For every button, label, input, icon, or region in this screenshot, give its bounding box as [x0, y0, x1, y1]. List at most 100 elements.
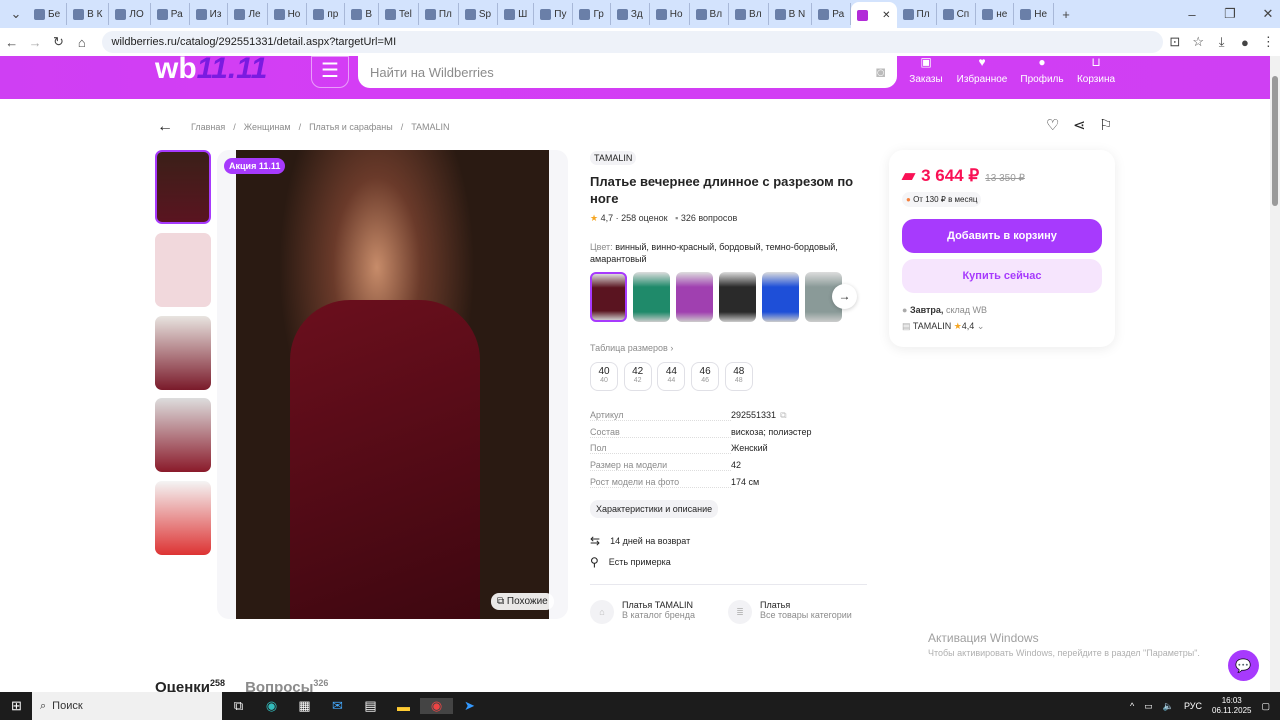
bookmark-star-icon[interactable]: ☆	[1187, 34, 1210, 50]
similar-button[interactable]: ⧉ Похожие	[491, 593, 554, 610]
back-arrow-icon[interactable]: ←	[157, 118, 173, 136]
size-option[interactable]: 42 42	[623, 362, 652, 391]
breadcrumb-women[interactable]: Женщинам	[244, 122, 291, 132]
url-input[interactable]: wildberries.ru/catalog/292551331/detail.…	[101, 31, 1164, 53]
breadcrumb-home[interactable]: Главная	[191, 122, 225, 132]
taskbar-search[interactable]: ⌕ Поиск	[32, 692, 222, 720]
install-icon[interactable]: ⊡	[1163, 34, 1186, 50]
browser-tab[interactable]: Бе	[28, 3, 68, 25]
scrollbar[interactable]	[1270, 56, 1280, 692]
size-option[interactable]: 40 40	[590, 362, 618, 391]
scrollbar-thumb[interactable]	[1272, 76, 1278, 206]
clock[interactable]: 16:03 06.11.2025	[1212, 696, 1251, 716]
telegram-icon[interactable]: ➤	[453, 698, 486, 714]
browser-tab[interactable]: Пл	[897, 3, 937, 25]
nav-profile[interactable]: ● Профиль	[1012, 56, 1072, 85]
task-view-icon[interactable]: ⧉	[222, 698, 255, 714]
brand-catalog-link[interactable]: ⌂ Платья TAMALIN В каталог бренда	[590, 600, 695, 624]
edge-icon[interactable]: ◉	[255, 698, 288, 714]
nav-cart[interactable]: ⊔ Корзина	[1066, 56, 1126, 85]
color-swatch[interactable]	[676, 272, 713, 322]
download-icon[interactable]: ⤓	[1210, 34, 1233, 50]
minimize-icon[interactable]: –	[1180, 7, 1204, 22]
tab-search-icon[interactable]: ⌄	[4, 6, 28, 22]
browser-tab[interactable]: Вл	[729, 3, 769, 25]
brand-link[interactable]: TAMALIN	[590, 151, 637, 165]
windows-start-icon[interactable]: ⊞	[0, 698, 33, 714]
browser-tab[interactable]: Но	[268, 3, 308, 25]
breadcrumb-dresses[interactable]: Платья и сарафаны	[309, 122, 393, 132]
gallery-thumbnail[interactable]	[155, 316, 211, 390]
color-swatch[interactable]	[762, 272, 799, 322]
avatar[interactable]: ●	[1233, 35, 1256, 50]
report-icon[interactable]: ⚐	[1099, 116, 1112, 134]
chevron-up-icon[interactable]: ^	[1130, 701, 1134, 711]
reload-icon[interactable]: ↻	[47, 34, 70, 50]
restore-icon[interactable]: ❐	[1218, 6, 1242, 22]
browser-tab[interactable]: Ра	[812, 3, 852, 25]
browser-tab[interactable]: Не	[1014, 3, 1055, 25]
language-indicator[interactable]: РУС	[1184, 701, 1202, 711]
category-link[interactable]: ≣ Платья Все товары категории	[728, 600, 852, 624]
gallery-thumbnail[interactable]	[155, 233, 211, 307]
browser-tab[interactable]: Вл	[690, 3, 730, 25]
browser-tab[interactable]: Зд	[611, 3, 650, 25]
copy-icon[interactable]: ⧉	[780, 410, 786, 421]
color-swatch[interactable]	[719, 272, 756, 322]
notifications-icon[interactable]: ▢	[1261, 701, 1270, 712]
size-option[interactable]: 48 48	[724, 362, 753, 391]
browser-tab[interactable]: Tel	[379, 3, 419, 25]
network-icon[interactable]: ▭	[1144, 701, 1153, 712]
breadcrumb-brand[interactable]: TAMALIN	[411, 122, 449, 132]
size-option[interactable]: 44 44	[657, 362, 686, 391]
notepad-icon[interactable]: ▤	[354, 698, 387, 714]
forward-icon[interactable]: →	[23, 35, 46, 50]
close-tab-icon[interactable]: ✕	[882, 10, 890, 21]
browser-tab[interactable]: Из	[190, 3, 229, 25]
characteristics-button[interactable]: Характеристики и описание	[590, 500, 719, 518]
browser-tab[interactable]: Пу	[534, 3, 574, 25]
camera-icon[interactable]: ◙	[876, 64, 885, 81]
browser-tab[interactable]: ЛО	[109, 3, 151, 25]
store-icon[interactable]: ▦	[288, 698, 321, 714]
gallery-thumbnail[interactable]	[155, 150, 211, 224]
gallery-thumbnail[interactable]	[155, 481, 211, 555]
menu-button[interactable]: ☰	[311, 56, 349, 88]
browser-tab[interactable]: пр	[307, 3, 346, 25]
favorite-heart-icon[interactable]: ♡	[1046, 116, 1059, 134]
gallery-thumbnail[interactable]	[155, 398, 211, 472]
menu-dots-icon[interactable]: ⋮	[1257, 34, 1280, 50]
color-swatch[interactable]	[633, 272, 670, 322]
browser-tab[interactable]: не	[976, 3, 1015, 25]
browser-tab[interactable]: Сп	[937, 3, 977, 25]
browser-tab[interactable]: В	[345, 3, 380, 25]
volume-icon[interactable]: 🔈	[1163, 701, 1174, 712]
browser-tab[interactable]: Ра	[151, 3, 190, 25]
size-table-link[interactable]: Таблица размеров ›	[590, 343, 673, 353]
back-icon[interactable]: ←	[0, 35, 23, 50]
chat-button[interactable]: 💬	[1228, 650, 1259, 681]
mail-icon[interactable]: ✉	[321, 698, 354, 714]
browser-tab[interactable]: Ш	[498, 3, 535, 25]
search-input[interactable]: Найти на Wildberries ◙	[358, 56, 897, 88]
next-swatch-button[interactable]: →	[832, 284, 857, 309]
installment-badge[interactable]: ● От 130 ₽ в месяц	[902, 192, 982, 207]
color-swatch[interactable]	[590, 272, 627, 322]
browser-tab[interactable]: ✕	[851, 2, 897, 28]
home-icon[interactable]: ⌂	[70, 35, 93, 50]
folder-icon[interactable]: ▬	[387, 699, 420, 714]
browser-tab[interactable]: Но	[650, 3, 690, 25]
rating-row[interactable]: ★ 4,7 · 258 оценок ▪ 326 вопросов	[590, 213, 737, 224]
browser-tab[interactable]: В N	[769, 3, 813, 25]
size-option[interactable]: 46 46	[691, 362, 720, 391]
add-to-cart-button[interactable]: Добавить в корзину	[902, 219, 1102, 253]
nav-favorites[interactable]: ♥ Избранное	[952, 56, 1012, 85]
browser-tab[interactable]: В К	[67, 3, 110, 25]
wb-logo[interactable]: wb11.11	[155, 54, 267, 84]
chrome-icon[interactable]: ◉	[420, 698, 453, 714]
seller-info[interactable]: ▤ TAMALIN ★4,4 ⌄	[902, 321, 984, 332]
close-window-icon[interactable]: ✕	[1256, 6, 1280, 22]
buy-now-button[interactable]: Купить сейчас	[902, 259, 1102, 293]
browser-tab[interactable]: Пл	[419, 3, 459, 25]
new-tab-icon[interactable]: +	[1054, 7, 1078, 22]
